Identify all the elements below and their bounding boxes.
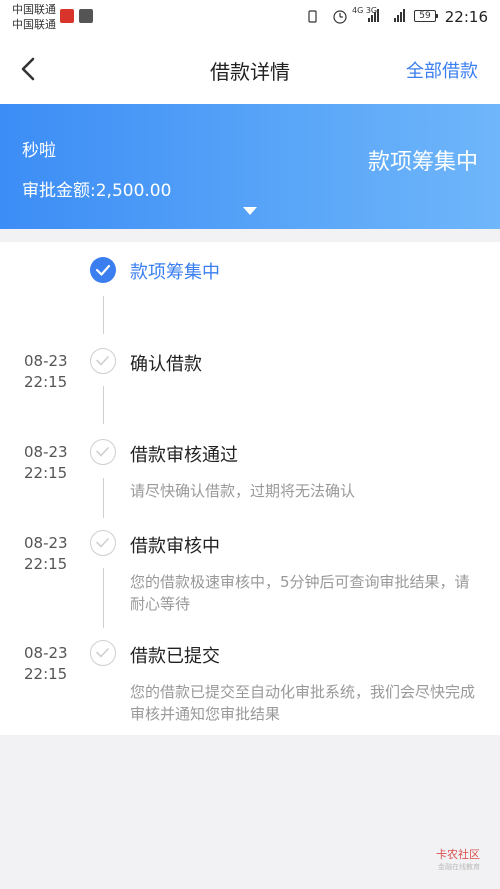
check-icon	[90, 439, 116, 465]
status-bar: 中国联通 中国联通 4G 3G 59 22:16	[0, 0, 500, 36]
status-time: 22:16	[444, 8, 488, 26]
timeline-connector	[103, 296, 104, 334]
timeline-date-time: 22:15	[24, 665, 68, 683]
loan-summary-banner: 秒啦 审批金额:2,500.00 款项筹集中	[0, 104, 500, 229]
nav-bar: 借款详情 全部借款	[0, 36, 500, 104]
timeline-title: 借款已提交	[130, 646, 220, 667]
timeline-title: 确认借款	[130, 354, 202, 375]
timeline-connector	[103, 386, 104, 424]
timeline-date-time: 22:15	[24, 464, 68, 482]
timeline-date: 08-23 22:15	[24, 351, 68, 393]
timeline-date: 08-23 22:15	[24, 442, 68, 484]
app-notification-icon	[60, 9, 74, 23]
app-notification-icon-2	[79, 9, 93, 23]
timeline-date-time: 22:15	[24, 373, 68, 391]
timeline-title: 借款审核通过	[130, 445, 238, 466]
expand-arrow-icon[interactable]	[243, 207, 257, 215]
timeline-date-day: 08-23	[24, 534, 68, 552]
timeline-title: 款项筹集中	[130, 262, 220, 283]
timeline-desc: 您的借款已提交至自动化审批系统，我们会尽快完成审核并通知您审批结果	[130, 683, 476, 723]
timeline-date-day: 08-23	[24, 352, 68, 370]
timeline-date-day: 08-23	[24, 644, 68, 662]
timeline-title: 借款审核中	[130, 536, 220, 557]
timeline-date: 08-23 22:15	[24, 643, 68, 685]
battery-icon: 59	[414, 10, 438, 22]
timeline-desc: 您的借款极速审核中，5分钟后可查询审批结果，请耐心等待	[130, 573, 470, 613]
carrier-label-1: 中国联通	[12, 3, 56, 16]
all-loans-link[interactable]: 全部借款	[406, 57, 478, 83]
approved-amount: 审批金额:2,500.00	[22, 181, 172, 201]
signal-icon	[368, 9, 405, 22]
timeline-connector	[103, 568, 104, 628]
lender-name: 秒啦	[22, 141, 56, 161]
watermark-subtext: 金融在线教育	[438, 863, 480, 871]
timeline-date: 08-23 22:15	[24, 533, 68, 575]
timeline-desc: 请尽快确认借款，过期将无法确认	[130, 482, 356, 500]
check-icon	[90, 530, 116, 556]
watermark-logo: 卡农社区	[436, 848, 480, 861]
loan-status: 款项筹集中	[367, 150, 478, 175]
progress-timeline: 款项筹集中 08-23 22:15 确认借款 08-23 22:15 借款审核通…	[0, 242, 500, 735]
timeline-date-day: 08-23	[24, 443, 68, 461]
timeline-date-time: 22:15	[24, 555, 68, 573]
check-icon	[90, 348, 116, 374]
check-icon	[90, 640, 116, 666]
carrier-label-2: 中国联通	[12, 18, 56, 31]
timeline-connector	[103, 478, 104, 518]
check-active-icon	[90, 257, 116, 283]
